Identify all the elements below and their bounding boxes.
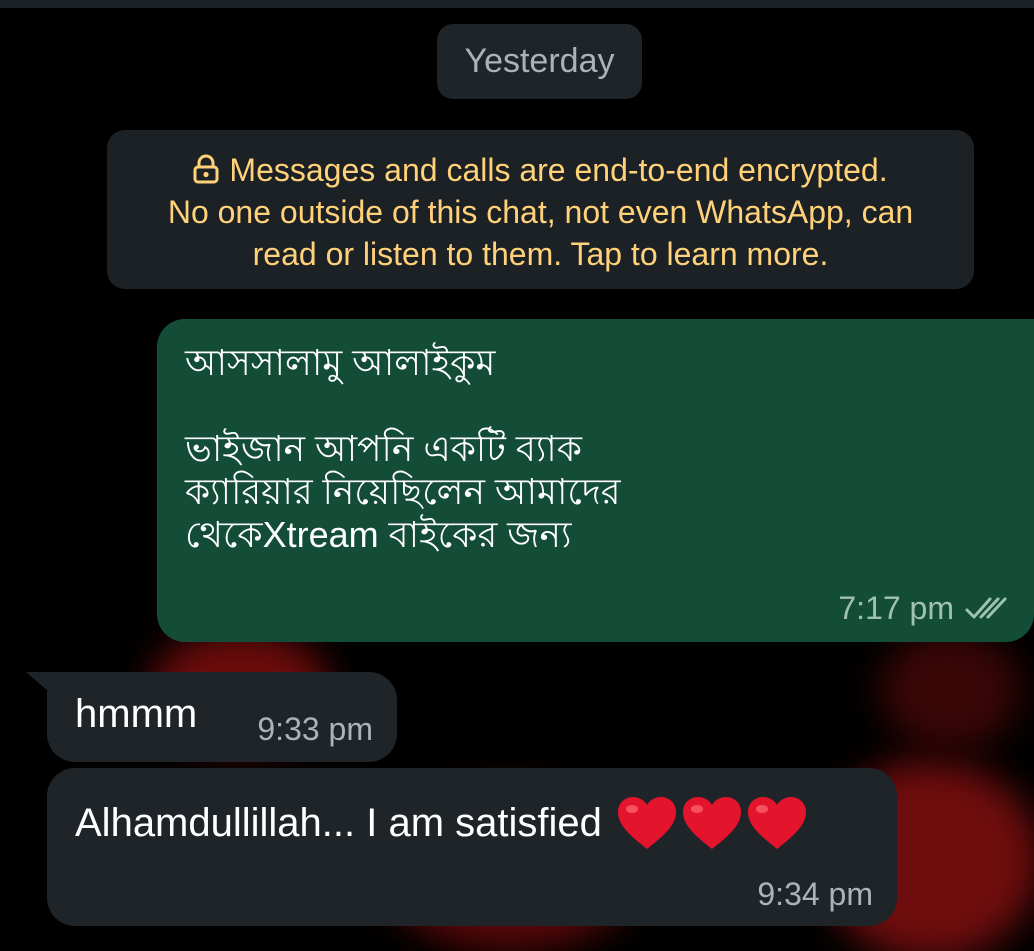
encryption-notice-line-1: Messages and calls are end-to-end encryp…	[107, 149, 974, 191]
emoji-group	[616, 795, 811, 851]
incoming-message[interactable]: Alhamdullillah... I am satisfied 9:34 pm	[47, 768, 897, 926]
message-time: 9:34 pm	[757, 876, 873, 912]
heart-icon	[682, 797, 741, 849]
date-separator-label: Yesterday	[464, 42, 615, 80]
message-meta: 7:17 pm	[838, 587, 1008, 630]
message-time: 7:17 pm	[838, 590, 954, 626]
encryption-notice[interactable]: Messages and calls are end-to-end encryp…	[107, 130, 974, 289]
incoming-message[interactable]: hmmm 9:33 pm	[47, 672, 397, 762]
heart-icon	[747, 797, 806, 849]
top-divider	[0, 0, 1034, 8]
lock-icon	[193, 154, 219, 184]
encryption-notice-line-2: No one outside of this chat, not even Wh…	[167, 194, 914, 230]
message-text-row: Alhamdullillah... I am satisfied	[75, 795, 811, 851]
encryption-notice-line-3: read or listen to them. Tap to learn mor…	[252, 236, 829, 272]
double-check-icon	[965, 597, 1007, 618]
outgoing-message[interactable]: আসসালামু আলাইকুম ভাইজান আপনি একটি ব্যাক …	[157, 319, 1034, 642]
heart-icon	[617, 797, 676, 849]
message-time: 9:33 pm	[257, 711, 373, 747]
date-separator: Yesterday	[437, 24, 642, 99]
message-text: hmmm	[75, 692, 198, 736]
message-text: আসসালামু আলাইকুম ভাইজান আপনি একটি ব্যাক …	[185, 342, 621, 555]
message-text: Alhamdullillah... I am satisfied	[75, 800, 602, 845]
